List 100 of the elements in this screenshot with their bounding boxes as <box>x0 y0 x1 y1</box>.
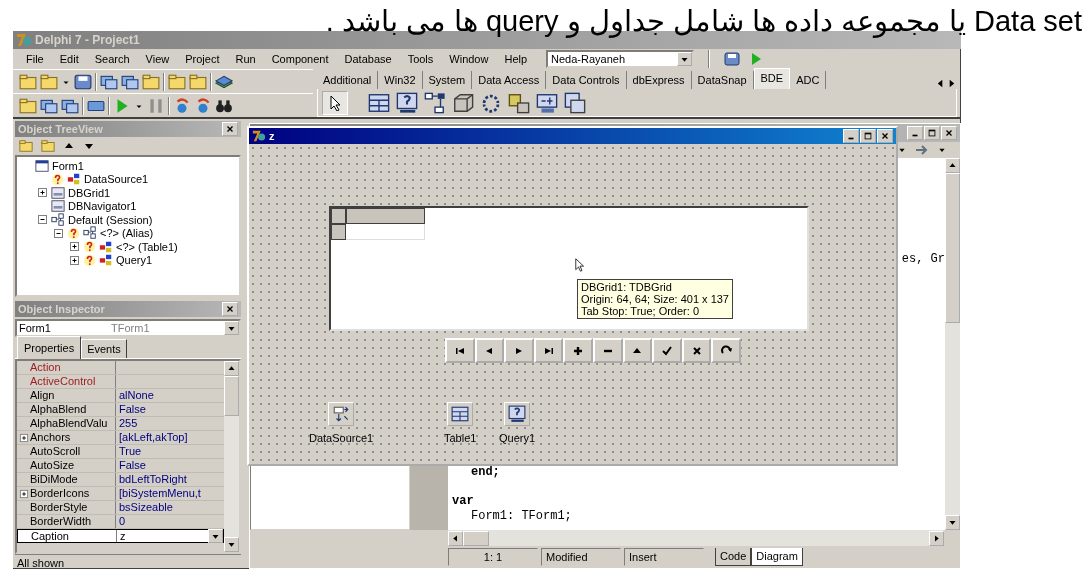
database-icon[interactable] <box>508 91 530 114</box>
save-desktop-icon[interactable] <box>724 51 741 67</box>
property-name: Anchors <box>30 431 71 444</box>
folder-icon[interactable] <box>19 72 37 91</box>
caret-icon[interactable] <box>898 146 906 154</box>
menu-item[interactable]: Component <box>270 50 330 68</box>
menu-item[interactable]: View <box>144 50 171 68</box>
nested-table-icon[interactable] <box>564 91 586 114</box>
folder-icon[interactable] <box>19 139 33 153</box>
panel-title: Object TreeView <box>18 121 103 137</box>
pointer-tool[interactable] <box>322 90 348 115</box>
property-row[interactable]: AlphaBlend False <box>17 403 224 417</box>
menu-item[interactable]: Project <box>184 50 221 68</box>
navigator-button[interactable] <box>563 338 593 363</box>
collapse-icon[interactable] <box>37 214 48 226</box>
code-line: Form1: TForm1; <box>471 509 572 523</box>
expand-icon[interactable] <box>69 254 80 266</box>
scroll-thumb[interactable] <box>224 376 239 416</box>
menu-item[interactable]: Search <box>93 50 131 68</box>
menu-item[interactable]: Edit <box>58 50 80 68</box>
property-value: True <box>119 445 142 458</box>
object-selector[interactable]: Form1 TForm1 <box>15 319 241 337</box>
menu-item[interactable]: Tools <box>406 50 435 68</box>
navigator-button[interactable] <box>533 338 564 363</box>
property-row[interactable]: AlphaBlendValu 255 <box>17 417 224 431</box>
editor-tab[interactable]: Diagram <box>751 548 803 566</box>
property-name: BorderIcons <box>30 487 90 500</box>
close-button[interactable] <box>222 302 238 316</box>
maximize-button[interactable] <box>860 129 876 143</box>
desktop-combo[interactable]: Neda-Rayaneh <box>546 50 695 68</box>
sql-query-icon[interactable] <box>396 91 418 114</box>
property-row[interactable]: Action <box>17 361 224 375</box>
navigator-button[interactable] <box>445 338 475 363</box>
folder-icon[interactable] <box>168 72 186 91</box>
property-name: Align <box>30 389 55 402</box>
property-value: 0 <box>119 515 126 528</box>
property-row[interactable]: Align alNone <box>17 389 224 403</box>
caret-icon[interactable] <box>938 146 946 154</box>
menu-item[interactable]: Run <box>234 50 257 68</box>
inspector-tab[interactable]: Events <box>81 338 127 358</box>
menu-item[interactable]: Database <box>343 50 393 68</box>
save-icon[interactable] <box>74 72 92 91</box>
property-row[interactable]: Caption z <box>17 529 224 543</box>
tree-item[interactable]: Form1 <box>52 157 84 174</box>
maximize-button[interactable] <box>924 126 940 140</box>
folder-icon[interactable] <box>41 139 55 153</box>
folder-icon[interactable] <box>142 72 160 91</box>
scrollbar[interactable] <box>448 530 944 546</box>
scrollbar[interactable] <box>224 361 239 552</box>
scroll-thumb[interactable] <box>945 173 960 323</box>
property-row[interactable]: AutoSize False <box>17 459 224 473</box>
navigator-button[interactable] <box>681 338 712 363</box>
window-title: Delphi 7 - Project1 <box>35 32 140 49</box>
table-icon[interactable] <box>368 91 390 114</box>
component-label: Query1 <box>499 431 536 446</box>
minimize-button[interactable] <box>843 129 859 143</box>
scrollbar[interactable] <box>945 158 960 530</box>
window-title: z <box>269 128 275 144</box>
diagram-icon[interactable] <box>424 91 446 114</box>
close-icon <box>880 131 890 141</box>
navigator-button[interactable] <box>652 338 682 363</box>
inspector-tab[interactable]: Properties <box>17 335 82 359</box>
sql-update-icon[interactable] <box>536 91 558 114</box>
scroll-thumb[interactable] <box>463 530 489 546</box>
navigator-button[interactable] <box>504 338 534 363</box>
app-logo-icon <box>252 129 266 143</box>
property-row[interactable]: BorderIcons [biSystemMenu,t <box>17 487 224 501</box>
property-row[interactable]: ActiveControl <box>17 375 224 389</box>
property-row[interactable]: BorderStyle bsSizeable <box>17 501 224 515</box>
navigator-button[interactable] <box>711 338 741 363</box>
close-button[interactable] <box>941 126 957 140</box>
close-button[interactable] <box>222 122 238 136</box>
code-line: es, Gr <box>901 251 945 268</box>
expand-icon[interactable] <box>37 187 48 199</box>
tree-item[interactable]: Query1 <box>116 252 153 269</box>
property-name: AutoSize <box>30 459 75 472</box>
folder-icon[interactable] <box>40 72 58 91</box>
menu-item[interactable]: File <box>25 50 45 68</box>
property-row[interactable]: Anchors [akLeft,akTop] <box>17 431 224 445</box>
property-row[interactable]: BiDiMode bdLeftToRight <box>17 473 224 487</box>
property-row[interactable]: AutoScroll True <box>17 445 224 459</box>
folder-icon[interactable] <box>189 72 207 91</box>
menu-item[interactable]: Window <box>448 50 490 68</box>
navigator-button[interactable] <box>622 338 653 363</box>
expand-icon[interactable] <box>19 432 29 443</box>
control-icon <box>51 199 65 214</box>
close-icon <box>225 124 235 134</box>
editor-tab[interactable]: Code <box>715 548 752 566</box>
navigator-button[interactable] <box>474 338 505 363</box>
box-icon[interactable] <box>452 91 474 114</box>
minimize-button[interactable] <box>907 126 923 140</box>
menu-item[interactable]: Help <box>503 50 529 68</box>
expand-icon[interactable] <box>69 241 80 253</box>
pointer-icon <box>327 94 343 111</box>
palette-tab[interactable]: BDE <box>753 67 791 89</box>
form-icon <box>35 158 49 173</box>
component-icon <box>99 253 113 268</box>
folder-icon[interactable] <box>19 96 37 115</box>
expand-icon[interactable] <box>19 488 29 499</box>
close-button[interactable] <box>877 129 893 143</box>
